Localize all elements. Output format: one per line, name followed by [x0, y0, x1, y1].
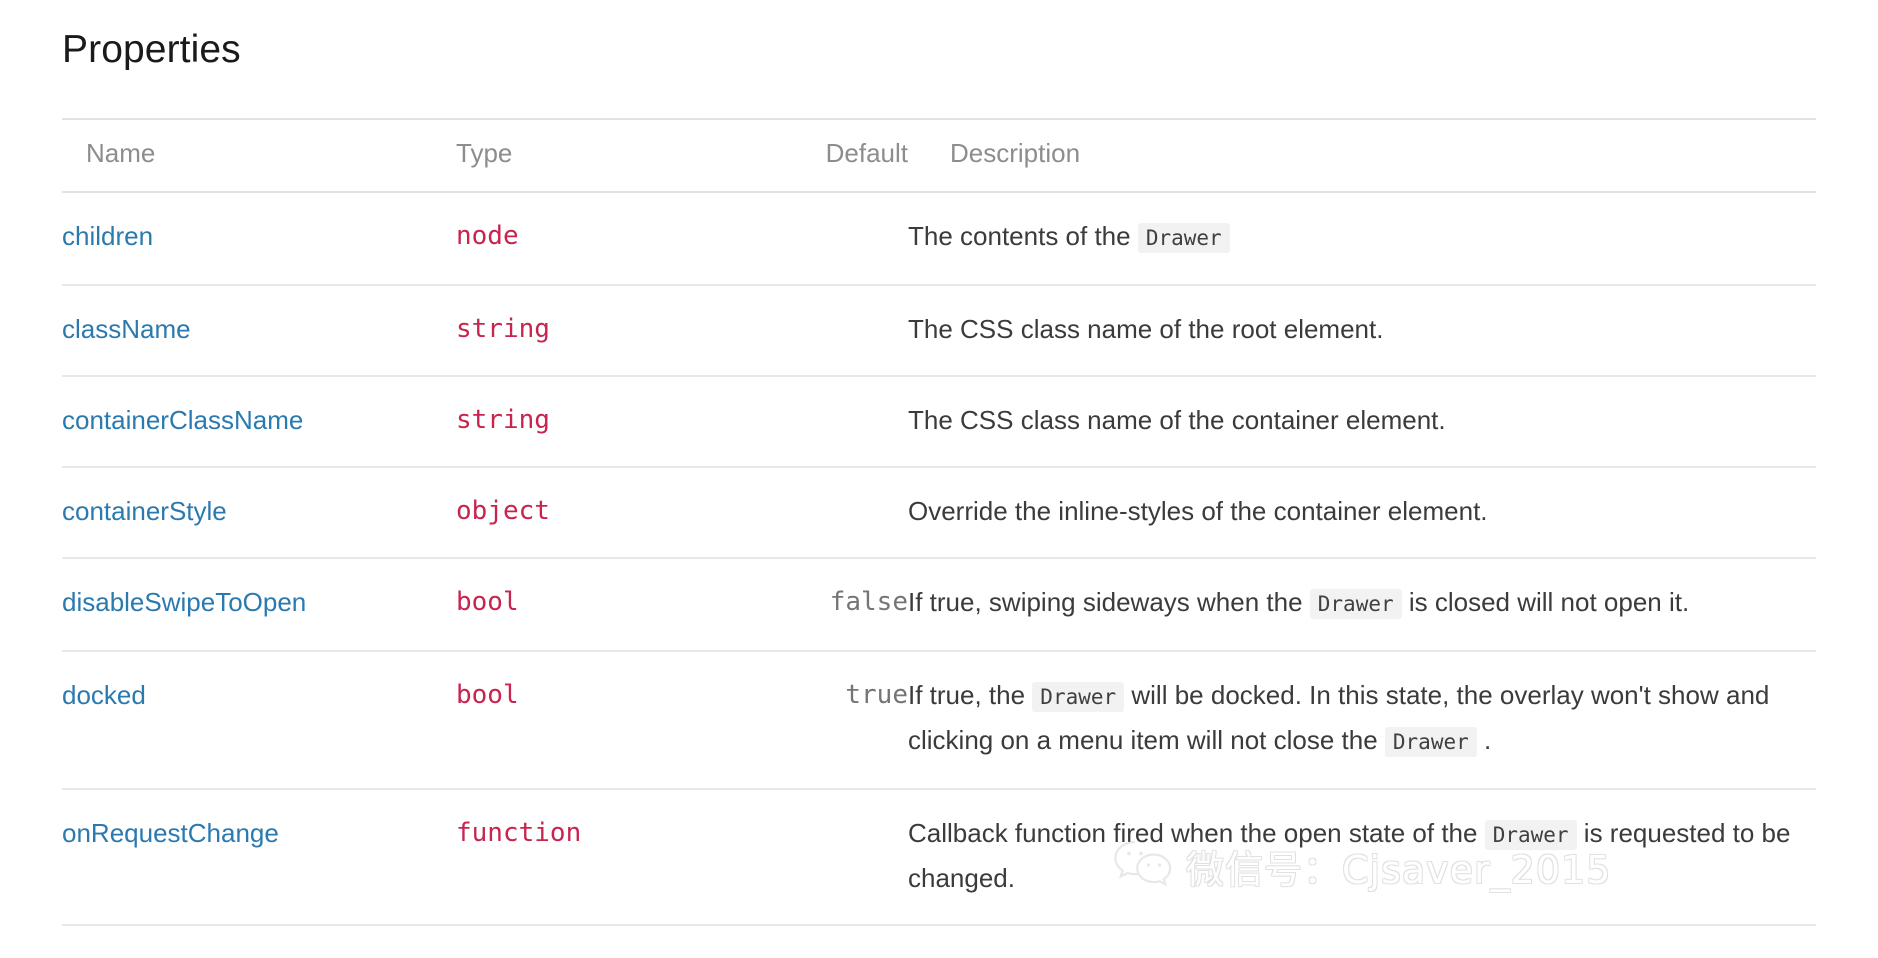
property-name-link[interactable]: onRequestChange [62, 818, 279, 848]
property-type-cell: bool [456, 651, 756, 790]
property-description-cell: The contents of the Drawer [908, 192, 1816, 286]
property-default-cell [756, 376, 908, 468]
properties-page: Properties Name Type Default Description… [0, 0, 1878, 958]
table-row: className string The CSS class name of the… [62, 285, 1816, 377]
description-text: Override the inline-styles of the contai… [908, 496, 1488, 526]
table-row: containerStyle object Override the inline-… [62, 467, 1816, 559]
property-name-cell: onRequestChange [62, 789, 456, 926]
column-header-name: Name [62, 118, 456, 193]
property-default-cell [756, 192, 908, 286]
inline-code-chip: Drawer [1137, 223, 1230, 253]
property-name-link[interactable]: docked [62, 680, 146, 710]
description-text: The contents of the [908, 221, 1138, 251]
property-type-cell: node [456, 192, 756, 286]
property-name-link[interactable]: children [62, 221, 153, 251]
column-header-description: Description [908, 118, 1816, 193]
property-name-cell: className [62, 285, 456, 377]
page-title: Properties [62, 28, 241, 71]
property-name-cell: containerClassName [62, 376, 456, 468]
table-header-row: Name Type Default Description [62, 118, 1816, 193]
description-text: If true, the [908, 680, 1033, 710]
property-default-cell [756, 467, 908, 559]
column-header-default: Default [756, 118, 908, 193]
property-description-cell: The CSS class name of the root element. [908, 285, 1816, 377]
description-text: The CSS class name of the root element. [908, 314, 1384, 344]
table-row: disableSwipeToOpen bool false If true, swip… [62, 558, 1816, 652]
inline-code-chip: Drawer [1309, 589, 1402, 619]
property-default-cell: true [756, 651, 908, 790]
properties-table: Name Type Default Description children no… [62, 118, 1816, 926]
description-text: Callback function fired when the open st… [908, 818, 1485, 848]
property-description-cell: If true, the Drawer will be docked. In t… [908, 651, 1816, 790]
property-default-cell [756, 789, 908, 926]
property-type-cell: function [456, 789, 756, 926]
description-text: is closed will not open it. [1401, 587, 1690, 617]
inline-code-chip: Drawer [1484, 820, 1577, 850]
property-name-link[interactable]: className [62, 314, 191, 344]
description-text: The CSS class name of the container elem… [908, 405, 1446, 435]
table-header: Name Type Default Description [62, 118, 1816, 193]
property-description-cell: Callback function fired when the open st… [908, 789, 1816, 926]
property-description-cell: Override the inline-styles of the contai… [908, 467, 1816, 559]
property-name-link[interactable]: disableSwipeToOpen [62, 587, 306, 617]
property-type-cell: string [456, 285, 756, 377]
table-row: containerClassName string The CSS class na… [62, 376, 1816, 468]
property-name-cell: children [62, 192, 456, 286]
property-name-link[interactable]: containerClassName [62, 405, 303, 435]
property-type-cell: string [456, 376, 756, 468]
inline-code-chip: Drawer [1384, 727, 1477, 757]
column-header-type: Type [456, 118, 756, 193]
description-text: If true, swiping sideways when the [908, 587, 1310, 617]
inline-code-chip: Drawer [1032, 682, 1125, 712]
property-description-cell: If true, swiping sideways when the Drawe… [908, 558, 1816, 652]
description-text: . [1476, 725, 1492, 755]
property-description-cell: The CSS class name of the container elem… [908, 376, 1816, 468]
table-row: children node The contents of the Drawer [62, 192, 1816, 286]
property-default-cell [756, 285, 908, 377]
table-row: onRequestChange function Callback function… [62, 789, 1816, 926]
property-name-cell: containerStyle [62, 467, 456, 559]
property-name-cell: disableSwipeToOpen [62, 558, 456, 652]
property-name-cell: docked [62, 651, 456, 790]
table-row: docked bool true If true, the Drawer will b… [62, 651, 1816, 790]
property-name-link[interactable]: containerStyle [62, 496, 227, 526]
property-type-cell: bool [456, 558, 756, 652]
table-body: children node The contents of the Drawer cl… [62, 192, 1816, 926]
property-default-cell: false [756, 558, 908, 652]
property-type-cell: object [456, 467, 756, 559]
